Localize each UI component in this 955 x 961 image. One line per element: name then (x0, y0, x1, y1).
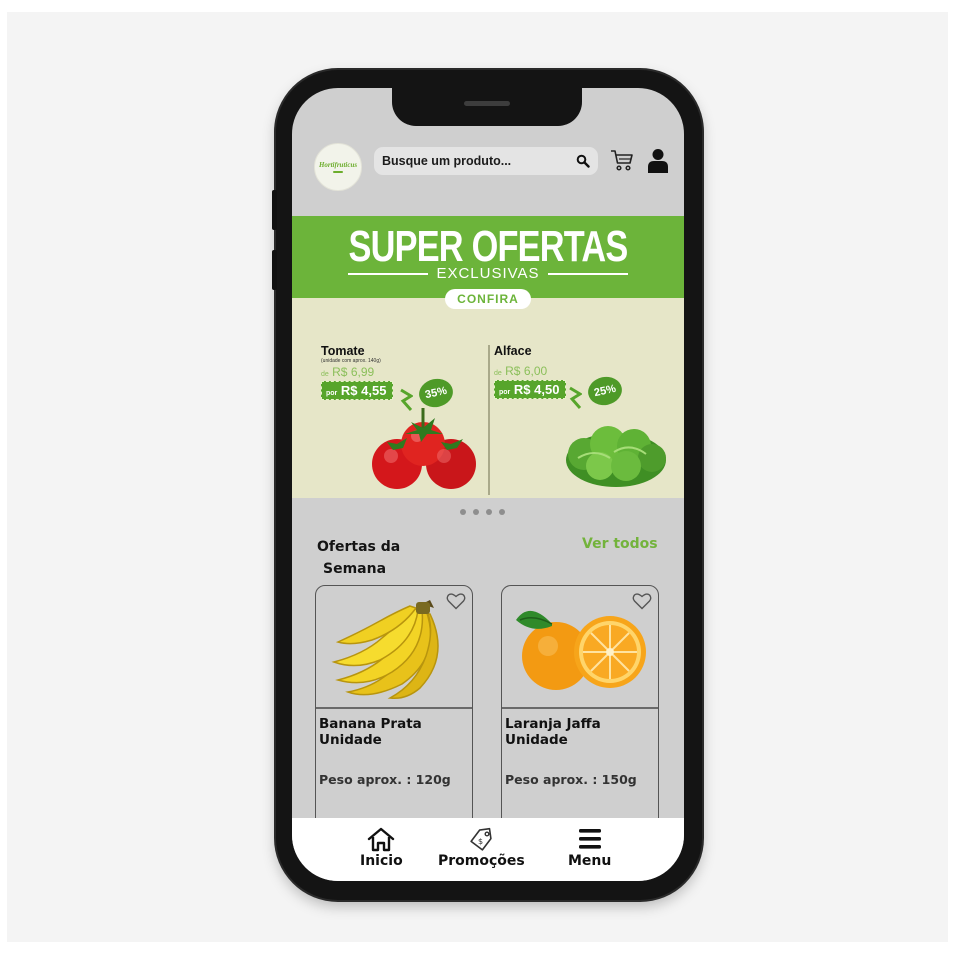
carousel-dot[interactable] (486, 509, 492, 515)
phone-screen: Hortifruticus Busque um produto... SUPER… (292, 88, 684, 881)
tag-icon: $ (470, 827, 493, 851)
promo-name: Tomate (321, 344, 365, 358)
promo-old-price: de R$ 6,00 (494, 364, 664, 378)
old-price-prefix: de (494, 370, 502, 377)
product-name: Banana Prata Unidade (319, 716, 422, 748)
cart-icon[interactable] (610, 148, 634, 172)
favorite-heart-icon[interactable] (446, 592, 466, 610)
logo-underline (333, 171, 343, 173)
carousel-slide-lettuce[interactable]: Alface de R$ 6,00 por R$ 4,50 25% (494, 344, 666, 494)
search-icon[interactable] (576, 154, 590, 168)
promo-note: (unidade com aprox. 140g) (321, 358, 381, 364)
promo-banner[interactable]: SUPER OFERTAS EXCLUSIVAS (292, 216, 684, 298)
old-price-value: R$ 6,99 (332, 365, 375, 379)
new-price-prefix: por (326, 390, 338, 397)
carousel-dot[interactable] (460, 509, 466, 515)
product-card-banana[interactable]: Banana Prata Unidade Peso aprox. : 120g (315, 585, 473, 825)
product-name: Laranja Jaffa Unidade (505, 716, 601, 748)
product-image-area (502, 586, 658, 709)
carousel-dot[interactable] (499, 509, 505, 515)
banner-cta-button[interactable]: CONFIRA (445, 289, 531, 309)
promo-new-price: por R$ 4,55 (321, 381, 394, 400)
carousel-slide-tomato[interactable]: Tomate (unidade com aprox. 140g) de R$ 6… (321, 344, 491, 494)
product-name-line2: Unidade (319, 732, 382, 748)
speaker-grille (464, 101, 510, 106)
promo-name: Alface (494, 344, 532, 358)
old-price-prefix: de (321, 371, 329, 378)
nav-item-promocoes[interactable]: $ Promoções (438, 826, 525, 869)
lettuce-image (566, 426, 666, 487)
orange-image (516, 610, 646, 690)
discount-badge: 25% (585, 373, 625, 409)
banner-subtitle: EXCLUSIVAS (436, 265, 540, 282)
promo-new-price: por R$ 4,50 (494, 380, 567, 399)
logo-text: Hortifruticus (318, 161, 358, 169)
menu-icon (578, 829, 601, 849)
carousel-dots[interactable] (460, 509, 505, 515)
phone-side-button (272, 190, 277, 230)
nav-item-menu[interactable]: Menu (568, 826, 611, 869)
new-price-value: R$ 4,55 (340, 383, 387, 398)
offers-carousel[interactable]: Tomate (unidade com aprox. 140g) de R$ 6… (292, 298, 684, 498)
nav-item-inicio[interactable]: Inicio (360, 826, 403, 869)
product-name-line1: Banana Prata (319, 716, 422, 732)
section-title-line1: Ofertas da (317, 539, 401, 555)
phone-side-button (272, 250, 277, 290)
tomato-image (372, 408, 476, 489)
banana-image (331, 600, 439, 700)
old-price-value: R$ 6,00 (505, 364, 548, 378)
nav-label: Menu (568, 853, 612, 869)
search-input[interactable]: Busque um produto... (382, 154, 576, 168)
see-all-link[interactable]: Ver todos (582, 536, 658, 552)
phone-notch (392, 88, 582, 126)
home-icon (368, 827, 395, 852)
nav-label: Promoções (438, 853, 525, 869)
svg-text:$: $ (478, 837, 483, 846)
store-logo[interactable]: Hortifruticus (314, 143, 362, 191)
user-icon[interactable] (647, 148, 669, 173)
new-price-value: R$ 4,50 (513, 382, 560, 397)
promo-old-price: de R$ 6,99 (321, 365, 491, 379)
nav-label: Inicio (360, 853, 403, 869)
product-card-orange[interactable]: Laranja Jaffa Unidade Peso aprox. : 150g (501, 585, 659, 825)
section-title-line2: Semana (323, 561, 387, 577)
product-weight: Peso aprox. : 150g (505, 772, 637, 787)
product-name-line2: Unidade (505, 732, 568, 748)
carousel-dot[interactable] (473, 509, 479, 515)
section-title: Ofertas da Semana (317, 536, 400, 580)
new-price-prefix: por (499, 389, 511, 396)
product-image-area (316, 586, 472, 709)
favorite-heart-icon[interactable] (632, 592, 652, 610)
search-bar[interactable]: Busque um produto... (374, 147, 598, 175)
product-weight: Peso aprox. : 120g (319, 772, 451, 787)
bottom-navigation: Inicio $ Promoções Menu (292, 818, 684, 881)
product-name-line1: Laranja Jaffa (505, 716, 601, 732)
price-tag-icon (569, 386, 582, 409)
